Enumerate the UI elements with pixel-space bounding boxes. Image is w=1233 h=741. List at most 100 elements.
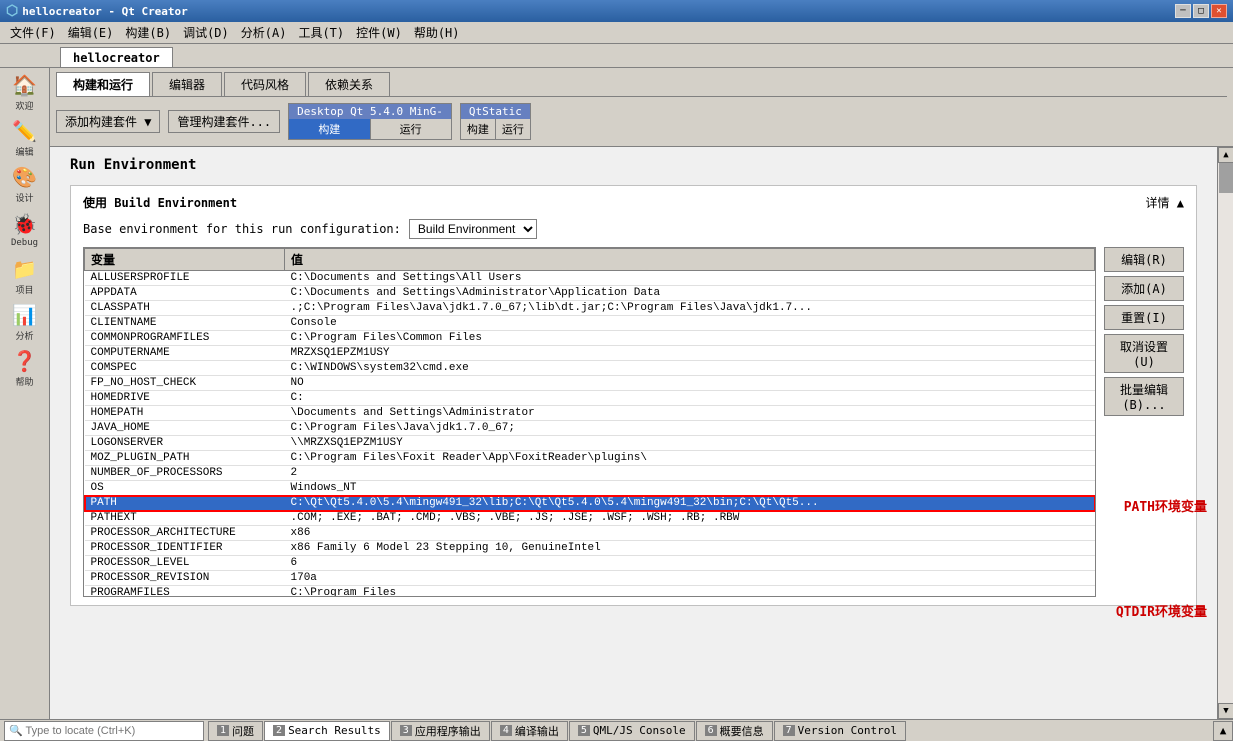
table-row[interactable]: PATHEXT.COM; .EXE; .BAT; .CMD; .VBS; .VB… — [85, 511, 1095, 526]
kit-btn-1-1[interactable]: 运行 — [496, 119, 530, 139]
design-icon: 🎨 — [12, 165, 37, 189]
close-button[interactable]: ✕ — [1211, 4, 1227, 18]
title-bar: ⬡ hellocreator - Qt Creator ─ □ ✕ — [0, 0, 1233, 22]
table-row[interactable]: HOMEPATH\Documents and Settings\Administ… — [85, 406, 1095, 421]
side-btn-1[interactable]: 添加(A) — [1104, 276, 1184, 301]
top-tab-1[interactable]: 编辑器 — [152, 72, 222, 96]
right-scrollbar[interactable]: ▲ ▼ — [1217, 147, 1233, 719]
table-row[interactable]: HOMEDRIVEC: — [85, 391, 1095, 406]
var-value-cell: \Documents and Settings\Administrator — [285, 406, 1095, 421]
menu-item-widgets[interactable]: 控件(W) — [350, 22, 408, 43]
analyze-icon: 📊 — [12, 303, 37, 327]
welcome-icon: 🏠 — [12, 73, 37, 97]
table-row[interactable]: COMMONPROGRAMFILESC:\Program Files\Commo… — [85, 331, 1095, 346]
side-btn-3[interactable]: 取消设置(U) — [1104, 334, 1184, 373]
var-name-cell: PROCESSOR_REVISION — [85, 571, 285, 586]
locate-input[interactable] — [9, 725, 199, 737]
var-table-wrapper[interactable]: 变量 值 ALLUSERSPROFILEC:\Documents and Set… — [83, 247, 1096, 597]
side-btn-0[interactable]: 编辑(R) — [1104, 247, 1184, 272]
sidebar-item-help[interactable]: ❓帮助 — [3, 346, 47, 390]
sidebar-item-debug[interactable]: 🐞Debug — [3, 208, 47, 252]
maximize-button[interactable]: □ — [1193, 4, 1209, 18]
var-name-cell: NUMBER_OF_PROCESSORS — [85, 466, 285, 481]
kit-box-1: QtStatic构建运行 — [460, 103, 531, 140]
table-row[interactable]: LOGONSERVER\\MRZXSQ1EPZM1USY — [85, 436, 1095, 451]
doc-tab[interactable]: hellocreator — [60, 47, 173, 67]
scroll-down-arrow[interactable]: ▼ — [1218, 703, 1233, 719]
scroll-up-arrow[interactable]: ▲ — [1218, 147, 1233, 163]
sidebar-item-edit[interactable]: ✏️ 编辑 — [3, 116, 47, 160]
kit-btn-0-0[interactable]: 构建 — [289, 119, 370, 139]
status-tab-1[interactable]: 2Search Results — [264, 721, 390, 741]
base-env-select[interactable]: Build Environment — [409, 219, 537, 239]
table-row[interactable]: PROCESSOR_IDENTIFIERx86 Family 6 Model 2… — [85, 541, 1095, 556]
table-row[interactable]: JAVA_HOMEC:\Program Files\Java\jdk1.7.0_… — [85, 421, 1095, 436]
table-row[interactable]: OSWindows_NT — [85, 481, 1095, 496]
status-tab-5[interactable]: 6概要信息 — [696, 721, 773, 741]
table-row[interactable]: CLASSPATH.;C:\Program Files\Java\jdk1.7.… — [85, 301, 1095, 316]
menu-item-help[interactable]: 帮助(H) — [408, 22, 466, 43]
menu-item-edit[interactable]: 编辑(E) — [62, 22, 120, 43]
table-row[interactable]: PATHC:\Qt\Qt5.4.0\5.4\mingw491_32\lib;C:… — [85, 496, 1095, 511]
manage-kit-button[interactable]: 管理构建套件... — [168, 110, 280, 133]
sidebar-item-project[interactable]: 📁项目 — [3, 254, 47, 298]
table-row[interactable]: PROCESSOR_LEVEL6 — [85, 556, 1095, 571]
var-value-cell: C:\WINDOWS\system32\cmd.exe — [285, 361, 1095, 376]
var-value-cell: C:\Program Files — [285, 586, 1095, 598]
tab-num-5: 6 — [705, 725, 717, 736]
table-row[interactable]: ALLUSERSPROFILEC:\Documents and Settings… — [85, 271, 1095, 286]
status-tab-3[interactable]: 4编译输出 — [491, 721, 568, 741]
kit-btn-0-1[interactable]: 运行 — [371, 119, 451, 139]
var-name-cell: PROCESSOR_IDENTIFIER — [85, 541, 285, 556]
top-tab-0[interactable]: 构建和运行 — [56, 72, 150, 96]
var-name-cell: COMSPEC — [85, 361, 285, 376]
sidebar-label: 编辑 — [15, 145, 33, 158]
status-tab-0[interactable]: 1问题 — [208, 721, 263, 741]
tab-num-1: 2 — [273, 725, 285, 736]
add-kit-button[interactable]: 添加构建套件 ▼ — [56, 110, 160, 133]
table-row[interactable]: NUMBER_OF_PROCESSORS2 — [85, 466, 1095, 481]
sidebar-item-analyze[interactable]: 📊分析 — [3, 300, 47, 344]
kit-box-0: Desktop Qt 5.4.0 MinG-构建运行 — [288, 103, 452, 140]
top-tab-3[interactable]: 依赖关系 — [308, 72, 390, 96]
detail-link[interactable]: 详情 ▲ — [1146, 194, 1184, 211]
var-value-cell: NO — [285, 376, 1095, 391]
var-name-cell: PROGRAMFILES — [85, 586, 285, 598]
help-icon: ❓ — [12, 349, 37, 373]
table-row[interactable]: CLIENTNAMEConsole — [85, 316, 1095, 331]
menu-item-analyze[interactable]: 分析(A) — [235, 22, 293, 43]
kit-row: 添加构建套件 ▼ 管理构建套件... Desktop Qt 5.4.0 MinG… — [56, 101, 1227, 142]
side-btn-4[interactable]: 批量编辑(B)... — [1104, 377, 1184, 416]
table-row[interactable]: APPDATAC:\Documents and Settings\Adminis… — [85, 286, 1095, 301]
scroll-thumb[interactable] — [1219, 163, 1233, 193]
edit-icon: ✏️ — [12, 119, 37, 143]
table-row[interactable]: PROCESSOR_ARCHITECTUREx86 — [85, 526, 1095, 541]
status-tab-6[interactable]: 7Version Control — [774, 721, 906, 741]
sidebar-item-welcome[interactable]: 🏠欢迎 — [3, 70, 47, 114]
sidebar-item-design[interactable]: 🎨设计 — [3, 162, 47, 206]
status-tab-2[interactable]: 3应用程序输出 — [391, 721, 490, 741]
var-name-cell: CLASSPATH — [85, 301, 285, 316]
table-row[interactable]: MOZ_PLUGIN_PATHC:\Program Files\Foxit Re… — [85, 451, 1095, 466]
table-row[interactable]: PROCESSOR_REVISION170a — [85, 571, 1095, 586]
menu-item-file[interactable]: 文件(F) — [4, 22, 62, 43]
menu-item-debug[interactable]: 调试(D) — [177, 22, 235, 43]
side-btn-2[interactable]: 重置(I) — [1104, 305, 1184, 330]
table-row[interactable]: FP_NO_HOST_CHECKNO — [85, 376, 1095, 391]
var-value-cell: C:\Documents and Settings\All Users — [285, 271, 1095, 286]
status-tab-4[interactable]: 5QML/JS Console — [569, 721, 695, 741]
var-value-cell: 6 — [285, 556, 1095, 571]
menu-item-tools[interactable]: 工具(T) — [292, 22, 350, 43]
kit-btn-1-0[interactable]: 构建 — [461, 119, 496, 139]
table-row[interactable]: COMSPECC:\WINDOWS\system32\cmd.exe — [85, 361, 1095, 376]
menu-item-build[interactable]: 构建(B) — [119, 22, 177, 43]
window-title: hellocreator - Qt Creator — [22, 5, 188, 18]
var-name-cell: PATHEXT — [85, 511, 285, 526]
table-row[interactable]: COMPUTERNAMEMRZXSQ1EPZM1USY — [85, 346, 1095, 361]
minimize-button[interactable]: ─ — [1175, 4, 1191, 18]
status-arrow[interactable]: ▲ — [1213, 721, 1233, 741]
title-bar-controls[interactable]: ─ □ ✕ — [1175, 4, 1227, 18]
top-tab-2[interactable]: 代码风格 — [224, 72, 306, 96]
content-area: 构建和运行编辑器代码风格依赖关系 添加构建套件 ▼ 管理构建套件... Desk… — [50, 68, 1233, 719]
table-row[interactable]: PROGRAMFILESC:\Program Files — [85, 586, 1095, 598]
